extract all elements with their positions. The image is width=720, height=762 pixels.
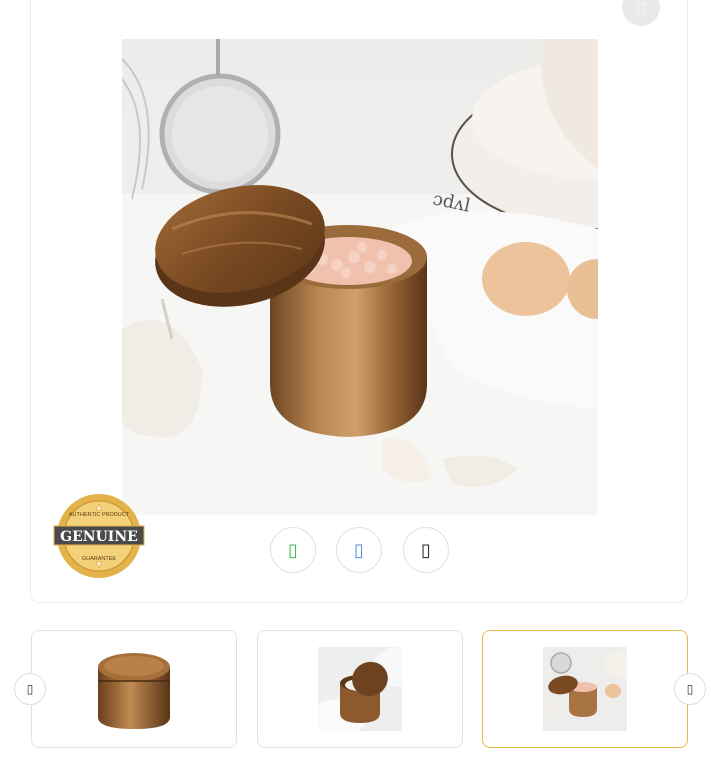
share-blue-icon: ▯ xyxy=(354,539,364,561)
thumbnail-image-1 xyxy=(92,647,176,731)
share-green-icon: ▯ xyxy=(288,539,298,561)
share-dark-icon: ▯ xyxy=(421,539,431,561)
main-product-image[interactable]: ɔdʌl xyxy=(122,39,598,515)
share-button-2[interactable]: ▯ xyxy=(336,527,382,573)
prev-thumbnail-button[interactable]: ▯ xyxy=(14,673,46,705)
thumbnail-image-3 xyxy=(543,647,627,731)
badge-bottom-text: GUARANTEE xyxy=(82,556,117,562)
thumbnail-3[interactable] xyxy=(482,630,688,748)
chevron-left-icon: ▯ xyxy=(26,682,34,696)
thumbnail-2[interactable] xyxy=(257,630,463,748)
zoom-icon: □ xyxy=(636,0,646,15)
badge-top-text: AUTHENTIC PRODUCT xyxy=(69,512,130,518)
chevron-right-icon: ▯ xyxy=(686,682,694,696)
next-thumbnail-button[interactable]: ▯ xyxy=(674,673,706,705)
thumbnail-image-2 xyxy=(318,647,402,731)
badge-title: GENUINE xyxy=(60,529,138,545)
share-button-3[interactable]: ▯ xyxy=(403,527,449,573)
thumbnail-1[interactable] xyxy=(31,630,237,748)
genuine-badge: AUTHENTIC PRODUCT GENUINE GUARANTEE xyxy=(52,492,146,580)
share-button-1[interactable]: ▯ xyxy=(270,527,316,573)
